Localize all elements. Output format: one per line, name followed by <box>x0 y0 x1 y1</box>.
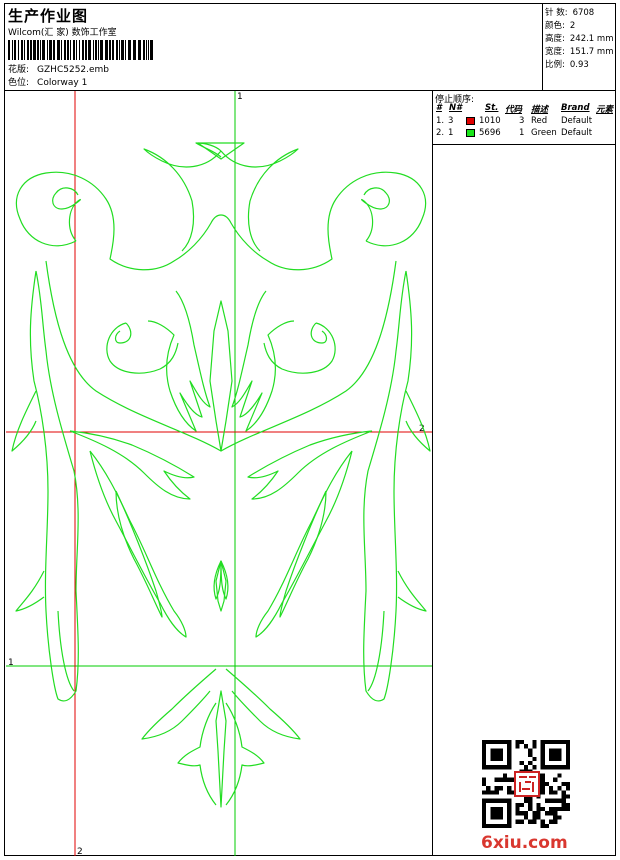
panel-rule <box>433 144 616 145</box>
stat-scale: 比例: 0.93 <box>545 60 589 70</box>
design-stats: 针 数: 6708 颜色: 2 高度: 242.1 mm 宽度: 151.7 mm 比例… <box>542 4 617 90</box>
col-index: # <box>436 103 442 113</box>
col-code: 代码 <box>505 105 523 115</box>
barcode <box>8 40 153 60</box>
stat-colors: 颜色: 2 <box>545 21 576 31</box>
studio-name: Wilcom(汇 家) 数饰工作室 <box>8 28 117 38</box>
color-swatch-red <box>466 117 475 125</box>
colorway-value: Colorway 1 <box>37 78 88 88</box>
sheet-title: 生产作业图 <box>8 7 89 25</box>
panel-divider <box>432 90 433 856</box>
color-swatch-green <box>466 129 475 137</box>
seal-stamp-icon <box>514 771 540 797</box>
col-brand: Brand <box>561 103 590 113</box>
stat-height: 高度: 242.1 mm <box>545 34 614 44</box>
sheet-header: 生产作业图 Wilcom(汇 家) 数饰工作室 花版: GZHC5252.emb … <box>5 4 615 91</box>
colorway-label: 色位: <box>8 78 30 88</box>
center-drop <box>209 300 233 452</box>
col-needle: N# <box>449 103 463 113</box>
col-stitches: St. <box>485 103 499 113</box>
file-label: 花版: <box>8 65 30 75</box>
guide-label-green-h: 1 <box>8 658 14 668</box>
stat-stitches: 针 数: 6708 <box>545 8 595 18</box>
outline-right-half <box>220 148 431 806</box>
file-value: GZHC5252.emb <box>37 65 110 75</box>
embroidery-preview: 1 2 1 2 <box>6 91 432 856</box>
guide-label-green-v: 1 <box>237 92 243 102</box>
design-canvas: 1 2 1 2 <box>6 91 432 856</box>
col-desc: 描述 <box>531 105 549 115</box>
guide-label-red-v: 2 <box>77 847 83 856</box>
color-table-header: # N# St. 代码 描述 Brand 元素 <box>433 103 616 115</box>
center-bottom-stem <box>215 690 227 808</box>
color-table: # N# St. 代码 描述 Brand 元素 1. 3 1010 3 Red … <box>433 103 616 139</box>
file-line: 花版: GZHC5252.emb <box>8 62 109 75</box>
outline-left-half <box>11 142 222 806</box>
colorway-line: 色位: Colorway 1 <box>8 75 87 88</box>
color-row: 2. 1 5696 1 Green Default <box>436 128 593 138</box>
watermark-logo: 6xiu.com <box>481 833 568 853</box>
production-sheet: 生产作业图 Wilcom(汇 家) 数饰工作室 花版: GZHC5252.emb … <box>4 3 616 856</box>
stat-width: 宽度: 151.7 mm <box>545 47 614 57</box>
color-row: 1. 3 1010 3 Red Default <box>436 116 593 126</box>
col-element: 元素 <box>596 105 614 115</box>
